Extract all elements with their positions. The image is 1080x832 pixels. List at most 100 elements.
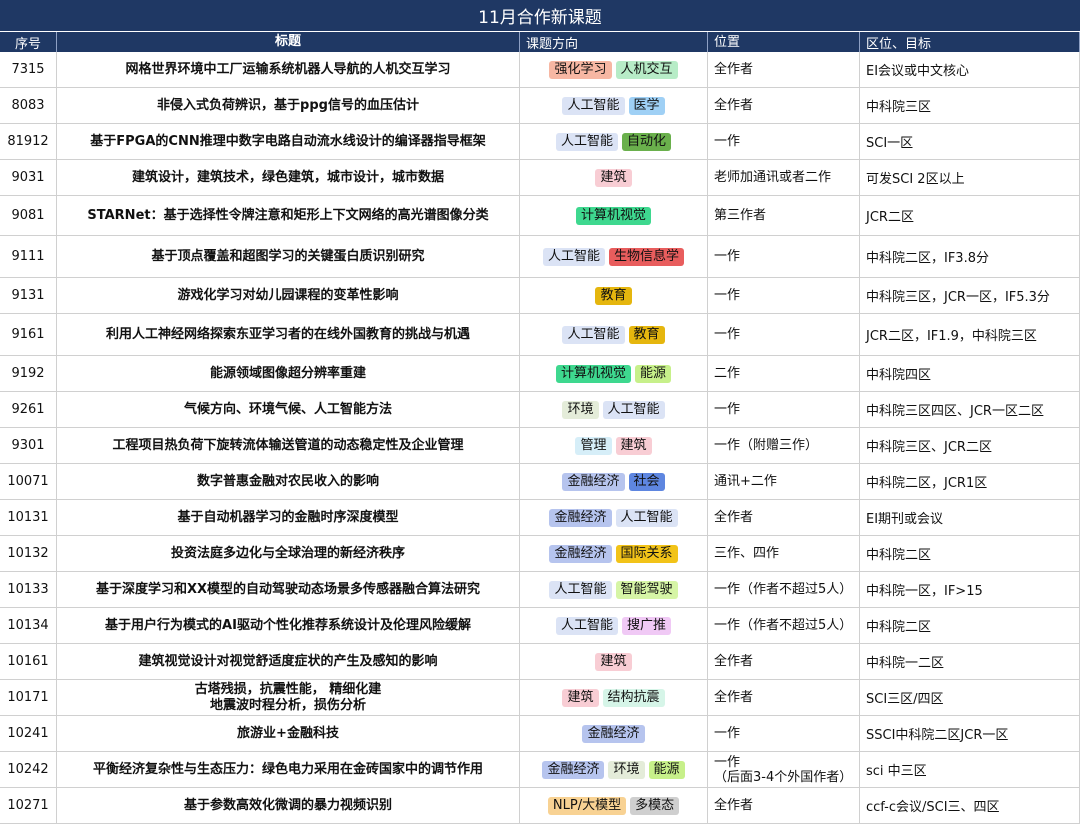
cell-direction[interactable]: 计算机视觉 — [520, 196, 708, 235]
cell-title[interactable]: 气候方向、环境气候、人工智能方法 — [57, 392, 520, 427]
cell-title[interactable]: 利用人工神经网络探索东亚学习者的在线外国教育的挑战与机遇 — [57, 314, 520, 355]
cell-title[interactable]: 基于用户行为模式的AI驱动个性化推荐系统设计及伦理风险缓解 — [57, 608, 520, 643]
cell-id[interactable]: 10133 — [0, 572, 57, 607]
cell-target[interactable]: JCR二区，IF1.9，中科院三区 — [860, 314, 1080, 355]
cell-direction[interactable]: 人工智能 自动化 — [520, 124, 708, 159]
cell-target[interactable]: EI会议或中文核心 — [860, 52, 1080, 87]
cell-title[interactable]: 投资法庭多边化与全球治理的新经济秩序 — [57, 536, 520, 571]
table-row[interactable]: 10134 基于用户行为模式的AI驱动个性化推荐系统设计及伦理风险缓解 人工智能 搜广… — [0, 608, 1080, 644]
cell-position[interactable]: 一作 — [708, 716, 860, 751]
cell-direction[interactable]: 人工智能 医学 — [520, 88, 708, 123]
table-row[interactable]: 10131 基于自动机器学习的金融时序深度模型 金融经济 人工智能 全作者 EI期刊或会议 — [0, 500, 1080, 536]
cell-id[interactable]: 10171 — [0, 680, 57, 715]
table-row[interactable]: 10241 旅游业+金融科技 金融经济 一作 SSCI中科院二区JCR一区 — [0, 716, 1080, 752]
cell-title[interactable]: 旅游业+金融科技 — [57, 716, 520, 751]
cell-position[interactable]: 一作 — [708, 392, 860, 427]
cell-target[interactable]: SSCI中科院二区JCR一区 — [860, 716, 1080, 751]
cell-direction[interactable]: 建筑 — [520, 644, 708, 679]
cell-direction[interactable]: 强化学习 人机交互 — [520, 52, 708, 87]
header-title[interactable]: 标题 — [57, 32, 520, 52]
cell-position[interactable]: 全作者 — [708, 52, 860, 87]
table-row[interactable]: 9261 气候方向、环境气候、人工智能方法 环境 人工智能 一作 中科院三区四区、JCR一… — [0, 392, 1080, 428]
cell-title[interactable]: 建筑视觉设计对视觉舒适度症状的产生及感知的影响 — [57, 644, 520, 679]
table-row[interactable]: 8083 非侵入式负荷辨识，基于ppg信号的血压估计 人工智能 医学 全作者 中科院三区 — [0, 88, 1080, 124]
cell-direction[interactable]: NLP/大模型 多模态 — [520, 788, 708, 823]
cell-position[interactable]: 一作（作者不超过5人） — [708, 608, 860, 643]
cell-target[interactable]: 可发SCI 2区以上 — [860, 160, 1080, 195]
cell-title[interactable]: 平衡经济复杂性与生态压力：绿色电力采用在金砖国家中的调节作用 — [57, 752, 520, 787]
cell-target[interactable]: 中科院二区，IF3.8分 — [860, 236, 1080, 277]
table-row[interactable]: 10171 古塔残损，抗震性能， 精细化建 地震波时程分析，损伤分析 建筑 结构抗震全… — [0, 680, 1080, 716]
cell-id[interactable]: 9081 — [0, 196, 57, 235]
cell-target[interactable]: 中科院二区 — [860, 608, 1080, 643]
cell-position[interactable]: 全作者 — [708, 644, 860, 679]
cell-direction[interactable]: 金融经济 人工智能 — [520, 500, 708, 535]
table-row[interactable]: 9161 利用人工神经网络探索东亚学习者的在线外国教育的挑战与机遇 人工智能 教育 一作… — [0, 314, 1080, 356]
cell-id[interactable]: 10134 — [0, 608, 57, 643]
cell-direction[interactable]: 金融经济 — [520, 716, 708, 751]
cell-id[interactable]: 9192 — [0, 356, 57, 391]
cell-target[interactable]: 中科院三区四区、JCR一区二区 — [860, 392, 1080, 427]
cell-position[interactable]: 一作（附赠三作） — [708, 428, 860, 463]
cell-id[interactable]: 10071 — [0, 464, 57, 499]
cell-position[interactable]: 一作 — [708, 278, 860, 313]
cell-position[interactable]: 一作 （后面3-4个外国作者） — [708, 752, 860, 787]
cell-target[interactable]: 中科院三区 — [860, 88, 1080, 123]
cell-id[interactable]: 10241 — [0, 716, 57, 751]
cell-position[interactable]: 老师加通讯或者二作 — [708, 160, 860, 195]
cell-target[interactable]: sci 中三区 — [860, 752, 1080, 787]
cell-target[interactable]: JCR二区 — [860, 196, 1080, 235]
table-row[interactable]: 81912 基于FPGA的CNN推理中数字电路自动流水线设计的编译器指导框架 人工智… — [0, 124, 1080, 160]
cell-position[interactable]: 全作者 — [708, 680, 860, 715]
table-row[interactable]: 10071 数字普惠金融对农民收入的影响 金融经济 社会 通讯+二作 中科院二区，JCR1… — [0, 464, 1080, 500]
cell-position[interactable]: 通讯+二作 — [708, 464, 860, 499]
cell-id[interactable]: 9161 — [0, 314, 57, 355]
cell-target[interactable]: SCI三区/四区 — [860, 680, 1080, 715]
cell-position[interactable]: 全作者 — [708, 788, 860, 823]
table-row[interactable]: 10161 建筑视觉设计对视觉舒适度症状的产生及感知的影响 建筑 全作者 中科院一二区 — [0, 644, 1080, 680]
cell-id[interactable]: 81912 — [0, 124, 57, 159]
cell-direction[interactable]: 建筑 — [520, 160, 708, 195]
cell-id[interactable]: 9111 — [0, 236, 57, 277]
cell-title[interactable]: 基于自动机器学习的金融时序深度模型 — [57, 500, 520, 535]
cell-position[interactable]: 一作 — [708, 124, 860, 159]
cell-title[interactable]: 基于顶点覆盖和超图学习的关键蛋白质识别研究 — [57, 236, 520, 277]
cell-title[interactable]: 建筑设计，建筑技术，绿色建筑，城市设计，城市数据 — [57, 160, 520, 195]
cell-title[interactable]: 网格世界环境中工厂运输系统机器人导航的人机交互学习 — [57, 52, 520, 87]
cell-direction[interactable]: 教育 — [520, 278, 708, 313]
cell-target[interactable]: 中科院二区 — [860, 536, 1080, 571]
cell-position[interactable]: 全作者 — [708, 500, 860, 535]
table-row[interactable]: 9081 STARNet：基于选择性令牌注意和矩形上下文网络的高光谱图像分类 计算机… — [0, 196, 1080, 236]
cell-id[interactable]: 9131 — [0, 278, 57, 313]
cell-position[interactable]: 第三作者 — [708, 196, 860, 235]
header-id[interactable]: 序号 — [0, 32, 57, 52]
cell-direction[interactable]: 建筑 结构抗震 — [520, 680, 708, 715]
cell-id[interactable]: 7315 — [0, 52, 57, 87]
cell-direction[interactable]: 管理 建筑 — [520, 428, 708, 463]
cell-position[interactable]: 二作 — [708, 356, 860, 391]
cell-title[interactable]: STARNet：基于选择性令牌注意和矩形上下文网络的高光谱图像分类 — [57, 196, 520, 235]
table-row[interactable]: 7315 网格世界环境中工厂运输系统机器人导航的人机交互学习 强化学习 人机交互 全作者… — [0, 52, 1080, 88]
header-direction[interactable]: 课题方向 — [520, 32, 708, 52]
cell-direction[interactable]: 金融经济 环境 能源 — [520, 752, 708, 787]
table-row[interactable]: 9031 建筑设计，建筑技术，绿色建筑，城市设计，城市数据 建筑 老师加通讯或者二作可… — [0, 160, 1080, 196]
cell-title[interactable]: 工程项目热负荷下旋转流体输送管道的动态稳定性及企业管理 — [57, 428, 520, 463]
cell-target[interactable]: SCI一区 — [860, 124, 1080, 159]
cell-title[interactable]: 古塔残损，抗震性能， 精细化建 地震波时程分析，损伤分析 — [57, 680, 520, 715]
cell-position[interactable]: 一作（作者不超过5人） — [708, 572, 860, 607]
header-position[interactable]: 位置 — [708, 32, 860, 52]
cell-title[interactable]: 基于FPGA的CNN推理中数字电路自动流水线设计的编译器指导框架 — [57, 124, 520, 159]
cell-id[interactable]: 10271 — [0, 788, 57, 823]
cell-target[interactable]: 中科院一区，IF>15 — [860, 572, 1080, 607]
cell-title[interactable]: 非侵入式负荷辨识，基于ppg信号的血压估计 — [57, 88, 520, 123]
cell-target[interactable]: 中科院二区，JCR1区 — [860, 464, 1080, 499]
cell-target[interactable]: 中科院三区，JCR一区，IF5.3分 — [860, 278, 1080, 313]
cell-target[interactable]: 中科院一二区 — [860, 644, 1080, 679]
header-target[interactable]: 区位、目标 — [860, 32, 1080, 52]
cell-id[interactable]: 10161 — [0, 644, 57, 679]
table-row[interactable]: 9131 游戏化学习对幼儿园课程的变革性影响 教育 一作 中科院三区，JCR一区，IF5… — [0, 278, 1080, 314]
cell-id[interactable]: 10242 — [0, 752, 57, 787]
cell-title[interactable]: 基于参数高效化微调的暴力视频识别 — [57, 788, 520, 823]
table-row[interactable]: 9111 基于顶点覆盖和超图学习的关键蛋白质识别研究 人工智能 生物信息学 一作 中科院二… — [0, 236, 1080, 278]
cell-direction[interactable]: 环境 人工智能 — [520, 392, 708, 427]
